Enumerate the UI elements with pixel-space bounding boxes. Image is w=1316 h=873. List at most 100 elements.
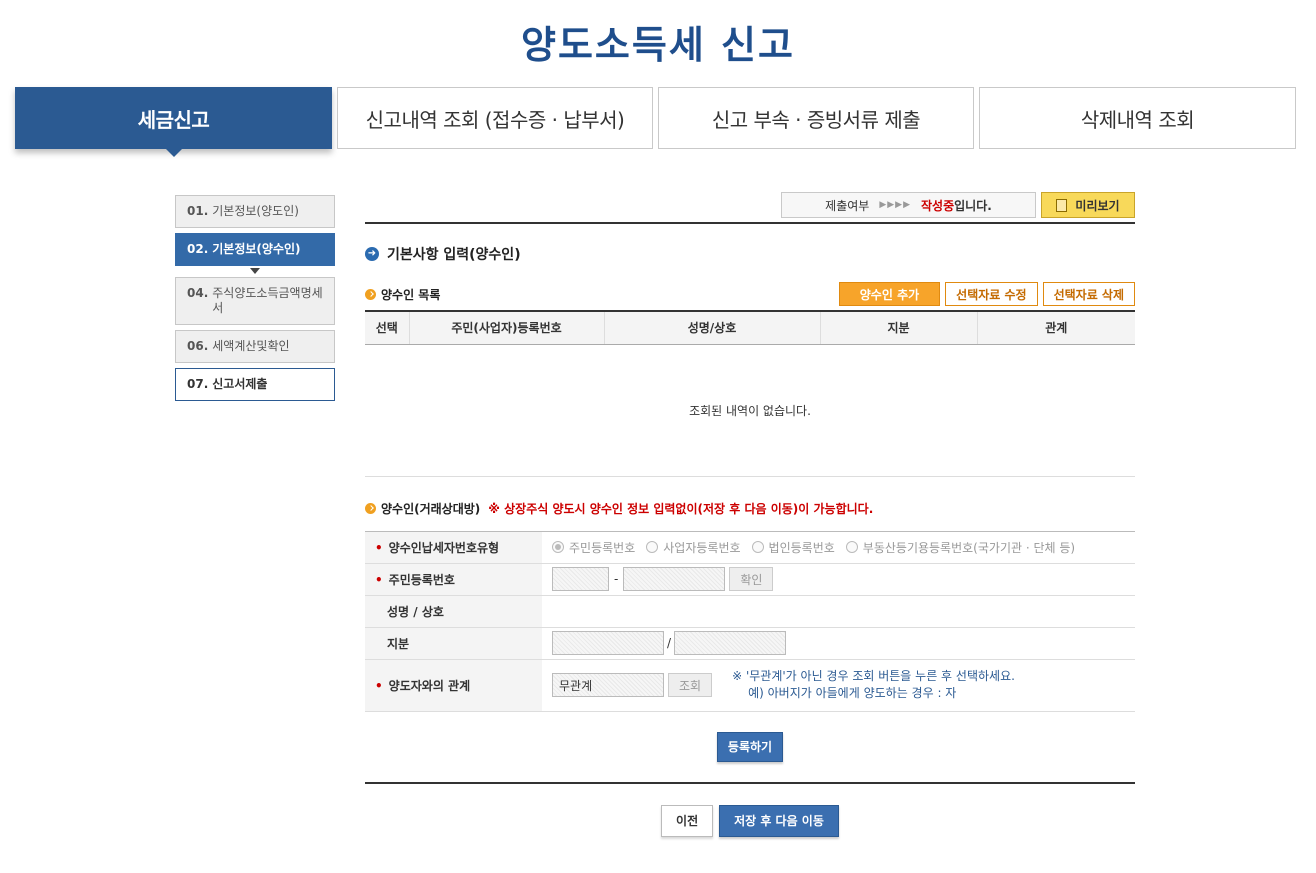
footer-nav: 이전 저장 후 다음 이동: [365, 804, 1135, 837]
step-item-tax-calc[interactable]: 06. 세액계산및확인: [175, 330, 335, 363]
required-mark: •: [375, 540, 383, 555]
step-label: 신고서제출: [212, 377, 268, 391]
col-relation: 관계: [976, 310, 1135, 345]
lookup-button[interactable]: 조회: [668, 673, 713, 697]
radio-label: 법인등록번호: [768, 540, 835, 555]
tab-label: 삭제내역 조회: [1080, 107, 1195, 132]
edit-selected-button[interactable]: 선택자료 수정: [945, 282, 1038, 306]
page-title: 양도소득세 신고: [521, 23, 795, 67]
transferee-table: 선택 주민(사업자)등록번호 성명/상호 지분 관계: [365, 310, 1135, 345]
radio-label: 부동산등기용등록번호(국가기관 · 단체 등): [862, 540, 1076, 555]
required-mark: •: [375, 572, 383, 587]
register-button[interactable]: 등록하기: [716, 731, 784, 762]
step-label: 세액계산및확인: [212, 339, 290, 353]
step-navigation: 01. 기본정보(양도인) 02. 기본정보(양수인) 04. 주식양도소득금액…: [175, 195, 335, 406]
label-cell: 성명 / 상호: [365, 595, 542, 628]
empty-message: 조회된 내역이 없습니다.: [365, 345, 1135, 477]
note-line-1: ※ '무관계'가 아닌 경우 조회 버튼을 누른 후 선택하세요.: [732, 669, 1015, 683]
id-separator: -: [614, 572, 619, 586]
step-number: 04.: [187, 286, 209, 300]
section-title-text: 기본사항 입력(양수인): [387, 247, 521, 263]
taxpayer-type-radios: 주민등록번호 사업자등록번호 법인등록번호 부동산등기용등록번호(국가기관 · …: [552, 539, 1135, 556]
share-numerator-input[interactable]: [552, 631, 664, 655]
radio-label: 주민등록번호: [569, 540, 636, 555]
radio-corporate-number[interactable]: 법인등록번호: [751, 539, 835, 556]
type-label: 양수인납세자번호유형: [388, 540, 500, 555]
step-label: 주식양도소득금액명세서: [212, 286, 323, 315]
list-title: 양수인 목록: [365, 286, 440, 303]
value-cell: 무관계 조회 ※ '무관계'가 아닌 경우 조회 버튼을 누른 후 선택하세요.…: [542, 659, 1135, 712]
document-icon: [1056, 198, 1068, 212]
share-label: 지분: [387, 636, 410, 651]
divider: [365, 781, 1135, 784]
form-warning: ※ 상장주식 양도시 양수인 정보 입력없이(저장 후 다음 이동)이 가능합니…: [488, 501, 874, 516]
id-front-input[interactable]: [552, 567, 609, 591]
arrows-icon: ▶▶▶▶: [879, 200, 912, 210]
relation-label: 양도자와의 관계: [388, 678, 471, 693]
add-transferee-button[interactable]: 양수인 추가: [838, 282, 941, 306]
tab-attachments[interactable]: 신고 부속 · 증빙서류 제출: [658, 87, 974, 149]
radio-real-estate-number[interactable]: 부동산등기용등록번호(국가기관 · 단체 등): [845, 539, 1076, 556]
radio-checked-icon: [552, 541, 564, 553]
name-label: 성명 / 상호: [387, 604, 444, 619]
required-mark: •: [375, 678, 383, 693]
main-tabs: 세금신고 신고내역 조회 (접수증 · 납부서) 신고 부속 · 증빙서류 제출…: [15, 87, 1296, 157]
step-item-transferee[interactable]: 02. 기본정보(양수인): [175, 233, 335, 274]
value-cell: /: [542, 627, 1135, 660]
prev-button[interactable]: 이전: [661, 804, 714, 837]
list-title-text: 양수인 목록: [381, 287, 441, 302]
register-wrap: 등록하기: [365, 731, 1135, 762]
label-cell: • 양도자와의 관계: [365, 659, 542, 712]
id-back-input[interactable]: [623, 567, 726, 591]
relation-input[interactable]: 무관계: [552, 673, 664, 697]
step-number: 02.: [187, 242, 209, 256]
step-number: 06.: [187, 339, 209, 353]
tab-label: 신고 부속 · 증빙서류 제출: [711, 107, 921, 132]
share-separator: /: [667, 636, 672, 650]
step-number: 01.: [187, 204, 209, 218]
confirm-button[interactable]: 확인: [729, 567, 774, 591]
orange-bullet-icon: [365, 502, 376, 514]
tab-tax-filing[interactable]: 세금신고: [15, 87, 332, 157]
radio-resident-number[interactable]: 주민등록번호: [552, 539, 635, 556]
relation-note: ※ '무관계'가 아닌 경우 조회 버튼을 누른 후 선택하세요. 예) 아버지…: [732, 668, 1015, 702]
delete-selected-button[interactable]: 선택자료 삭제: [1042, 282, 1135, 306]
col-name: 성명/상호: [603, 310, 820, 345]
preview-button[interactable]: 미리보기: [1041, 192, 1135, 218]
transferee-list-header: 양수인 목록 양수인 추가 선택자료 수정 선택자료 삭제: [365, 282, 1135, 306]
value-cell: - 확인: [542, 563, 1135, 596]
save-next-button[interactable]: 저장 후 다음 이동: [719, 804, 839, 837]
note-line-2: 예) 아버지가 아들에게 양도하는 경우 : 자: [748, 686, 957, 700]
radio-business-number[interactable]: 사업자등록번호: [646, 539, 741, 556]
step-label: 기본정보(양도인): [212, 204, 299, 218]
label-cell: • 주민등록번호: [365, 563, 542, 596]
radio-icon: [845, 541, 858, 553]
tab-label: 세금신고: [137, 107, 210, 132]
radio-label: 사업자등록번호: [663, 540, 741, 555]
form-title: 양수인(거래상대방): [381, 501, 481, 516]
col-reg-number: 주민(사업자)등록번호: [408, 310, 604, 345]
col-select: 선택: [365, 310, 409, 345]
value-cell: 주민등록번호 사업자등록번호 법인등록번호 부동산등기용등록번호(국가기관 · …: [542, 531, 1135, 564]
label-cell: • 양수인납세자번호유형: [365, 531, 542, 564]
tab-filing-history[interactable]: 신고내역 조회 (접수증 · 납부서): [337, 87, 653, 149]
name-value-cell: [542, 595, 1135, 628]
status-label: 제출여부: [825, 198, 870, 213]
step-item-submit[interactable]: 07. 신고서제출: [175, 368, 335, 401]
submission-status: 제출여부 ▶▶▶▶ 작성중 입니다.: [781, 192, 1036, 218]
form-header: 양수인(거래상대방) ※ 상장주식 양도시 양수인 정보 입력없이(저장 후 다…: [365, 500, 1135, 517]
status-state: 작성중: [921, 198, 955, 213]
step-item-stock-statement[interactable]: 04. 주식양도소득금액명세서: [175, 277, 335, 325]
id-label: 주민등록번호: [388, 572, 455, 587]
step-item-transferor[interactable]: 01. 기본정보(양도인): [175, 195, 335, 228]
divider: [365, 222, 1135, 224]
share-denominator-input[interactable]: [674, 631, 787, 655]
status-suffix: 입니다.: [954, 198, 992, 213]
caret-down-icon: [250, 268, 260, 274]
step-number: 07.: [187, 377, 209, 391]
tab-label: 신고내역 조회 (접수증 · 납부서): [365, 107, 625, 132]
tab-deleted-history[interactable]: 삭제내역 조회: [979, 87, 1296, 149]
section-title: ➜ 기본사항 입력(양수인): [365, 244, 1135, 264]
status-row: 제출여부 ▶▶▶▶ 작성중 입니다. 미리보기: [365, 192, 1135, 218]
radio-icon: [751, 541, 764, 553]
